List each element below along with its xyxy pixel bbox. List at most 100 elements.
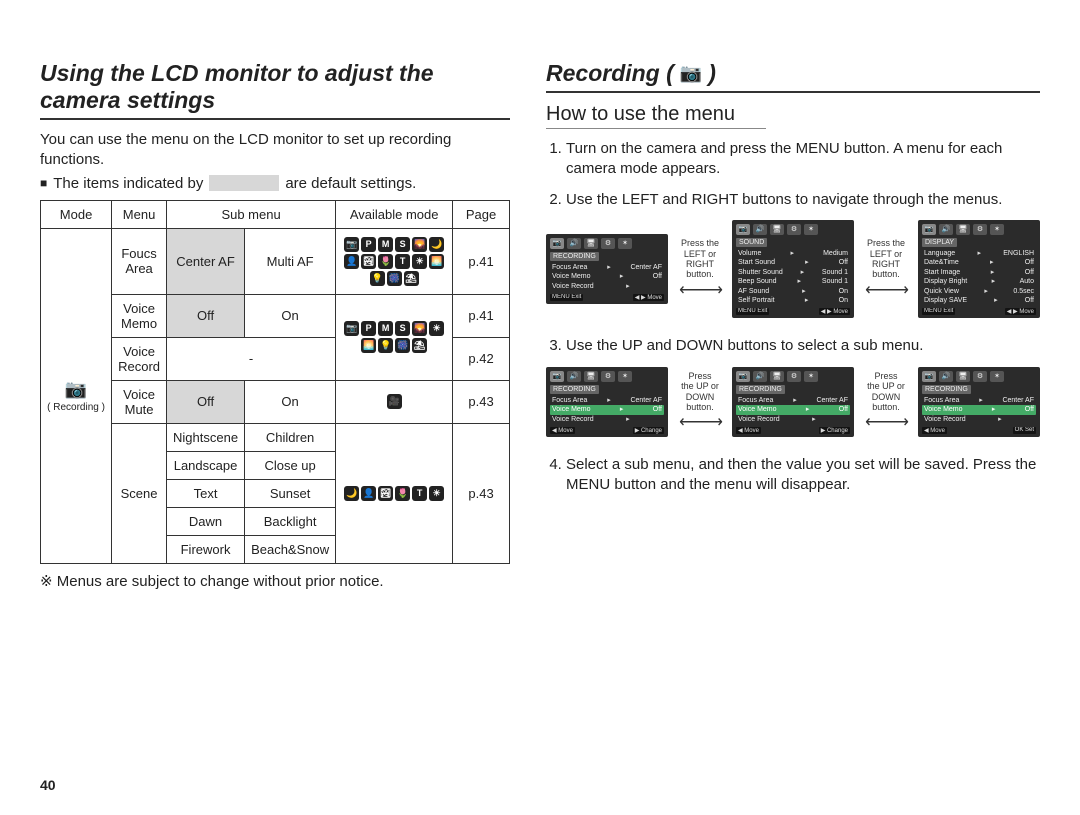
lcd-row: Quick View▸0.5sec: [922, 287, 1036, 296]
page-number: 40: [40, 777, 56, 793]
steps-list: Turn on the camera and press the MENU bu…: [546, 139, 1040, 210]
step-4: Select a sub menu, and then the value yo…: [566, 455, 1040, 496]
voice-memo-page: p.41: [453, 294, 510, 337]
voice-mute-default: Off: [167, 380, 245, 423]
table-footnote: ※ Menus are subject to change without pr…: [40, 572, 510, 592]
lcd-tab-icon: ✶: [618, 238, 632, 249]
focus-area-default: Center AF: [167, 228, 245, 294]
mode-chip-icon: 🌄: [412, 237, 427, 252]
mode-chip-icon: T: [395, 254, 410, 269]
lcd-row: Self Portrait▸On: [736, 296, 850, 305]
lcd-row: Language▸ENGLISH: [922, 249, 1036, 258]
lcd-row: AF Sound▸On: [736, 287, 850, 296]
voice-record-page: p.42: [453, 337, 510, 380]
lcd-tab-icon: 📷: [550, 238, 564, 249]
scene-4-1: Beach&Snow: [245, 535, 336, 563]
lcd-sound: 📷🔊🖥⚙✶SOUNDVolume▸MediumStart Sound▸OffSh…: [732, 220, 854, 319]
lcd-row: Voice Record▸: [550, 415, 664, 424]
arrow-hint-ud-text: Press the UP or DOWN button.: [862, 371, 910, 412]
mode-chip-icon: 🎆: [387, 271, 402, 286]
lcd-row: Voice Memo▸Off: [736, 405, 850, 414]
lcd-row: Voice Memo▸Off: [922, 405, 1036, 414]
right-heading: Recording ( 📷 ): [546, 60, 1040, 93]
lcd-footer: MENU Exit◀ ▶ Move: [736, 308, 850, 315]
arrow-hint-lr: Press the LEFT or RIGHT button. ⟵⟶: [676, 238, 724, 300]
mode-chip-icon: 🌙: [429, 237, 444, 252]
lcd-display: 📷🔊🖥⚙✶DISPLAYLanguage▸ENGLISHDate&Time▸Of…: [918, 220, 1040, 319]
menu-voice-record: Voice Record: [112, 337, 167, 380]
lcd-row-ud: 📷🔊🖥⚙✶RECORDINGFocus Area▸Center AFVoice …: [546, 367, 1040, 437]
lcd-row: Shutter Sound▸Sound 1: [736, 268, 850, 277]
scene-2-0: Text: [167, 479, 245, 507]
lcd-row: Focus Area▸Center AF: [922, 396, 1036, 405]
lcd-tab-icon: ⚙: [787, 224, 801, 235]
arrow-lr-icon: ⟵⟶: [676, 282, 724, 300]
bullet-square-icon: ■: [40, 176, 47, 190]
lcd-tab-icon: ✶: [618, 371, 632, 382]
voice-mute-available: 🎥: [336, 380, 453, 423]
settings-table: Mode Menu Sub menu Available mode Page 📷…: [40, 200, 510, 564]
right-heading-close: ): [708, 60, 716, 87]
th-available: Available mode: [336, 200, 453, 228]
lcd-tab-icon: 📷: [550, 371, 564, 382]
mode-chip-icon: 🌷: [395, 486, 410, 501]
lcd-tab-icon: 📷: [922, 224, 936, 235]
arrow-lr-icon: ⟵⟶: [862, 282, 910, 300]
lcd-row: Start Sound▸Off: [736, 258, 850, 267]
focus-area-alt: Multi AF: [245, 228, 336, 294]
lcd-tab-icon: ⚙: [973, 224, 987, 235]
voice-mute-alt: On: [245, 380, 336, 423]
mode-label: ( Recording ): [47, 402, 105, 413]
lcd-panel-title: SOUND: [736, 238, 767, 247]
lcd-panel-title: RECORDING: [736, 385, 785, 394]
lcd-tab-icon: 🖥: [956, 224, 970, 235]
default-settings-note: ■ The items indicated by are default set…: [40, 175, 510, 192]
scene-1-0: Landscape: [167, 451, 245, 479]
scene-available: 🌙👤🏞🌷T☀: [336, 423, 453, 563]
lcd-footer: ◀ Move▶ Change: [736, 427, 850, 434]
arrow-hint-lr: Press the LEFT or RIGHT button. ⟵⟶: [862, 238, 910, 300]
lcd-row: Focus Area▸Center AF: [550, 263, 664, 272]
scene-0-0: Nightscene: [167, 423, 245, 451]
focus-area-available: 📷PMS🌄🌙👤🏞🌷T☀🌅💡🎆⛱: [336, 228, 453, 294]
lcd-row: Focus Area▸Center AF: [550, 396, 664, 405]
lcd-tab-icon: 🔊: [567, 371, 581, 382]
lcd-recording-sel: 📷🔊🖥⚙✶RECORDINGFocus Area▸Center AFVoice …: [546, 367, 668, 437]
lcd-tab-icon: 🔊: [753, 224, 767, 235]
mode-chip-icon: 🌷: [378, 254, 393, 269]
arrow-lr-icon: ⟵⟶: [676, 414, 724, 432]
arrow-hint-ud: Press the UP or DOWN button. ⟵⟶: [676, 371, 724, 433]
arrow-lr-icon: ⟵⟶: [862, 414, 910, 432]
mode-chip-icon: T: [412, 486, 427, 501]
mode-chip-icon: 👤: [344, 254, 359, 269]
mode-chip-icon: M: [378, 321, 393, 336]
mode-chip-icon: 📷: [344, 237, 359, 252]
scene-3-1: Backlight: [245, 507, 336, 535]
mode-chip-icon: 📷: [344, 321, 359, 336]
left-heading: Using the LCD monitor to adjust the came…: [40, 60, 510, 120]
lcd-row: Display SAVE▸Off: [922, 296, 1036, 305]
voice-memo-available: 📷PMS🌄☀🌅💡🎆⛱: [336, 294, 453, 380]
lcd-row: Voice Memo▸Off: [550, 272, 664, 281]
lcd-tab-icon: ✶: [804, 371, 818, 382]
mode-chip-icon: S: [395, 237, 410, 252]
arrow-hint-lr-text: Press the LEFT or RIGHT button.: [862, 238, 910, 279]
default-note-pre: The items indicated by: [53, 175, 203, 192]
lcd-panel-title: RECORDING: [922, 385, 971, 394]
right-heading-text: Recording (: [546, 60, 674, 87]
lcd-tab-icon: 🖥: [770, 371, 784, 382]
lcd-row: Focus Area▸Center AF: [736, 396, 850, 405]
lcd-row: Start Image▸Off: [922, 268, 1036, 277]
arrow-hint-ud: Press the UP or DOWN button. ⟵⟶: [862, 371, 910, 433]
voice-memo-alt: On: [245, 294, 336, 337]
right-subheading: How to use the menu: [546, 103, 766, 129]
voice-memo-default: Off: [167, 294, 245, 337]
mode-chip-icon: 💡: [378, 338, 393, 353]
mode-chip-icon: 💡: [370, 271, 385, 286]
scene-1-1: Close up: [245, 451, 336, 479]
th-submenu: Sub menu: [167, 200, 336, 228]
mode-chip-icon: 🎥: [387, 394, 402, 409]
lcd-tab-icon: 📷: [922, 371, 936, 382]
lcd-tab-icon: 🔊: [939, 224, 953, 235]
th-menu: Menu: [112, 200, 167, 228]
